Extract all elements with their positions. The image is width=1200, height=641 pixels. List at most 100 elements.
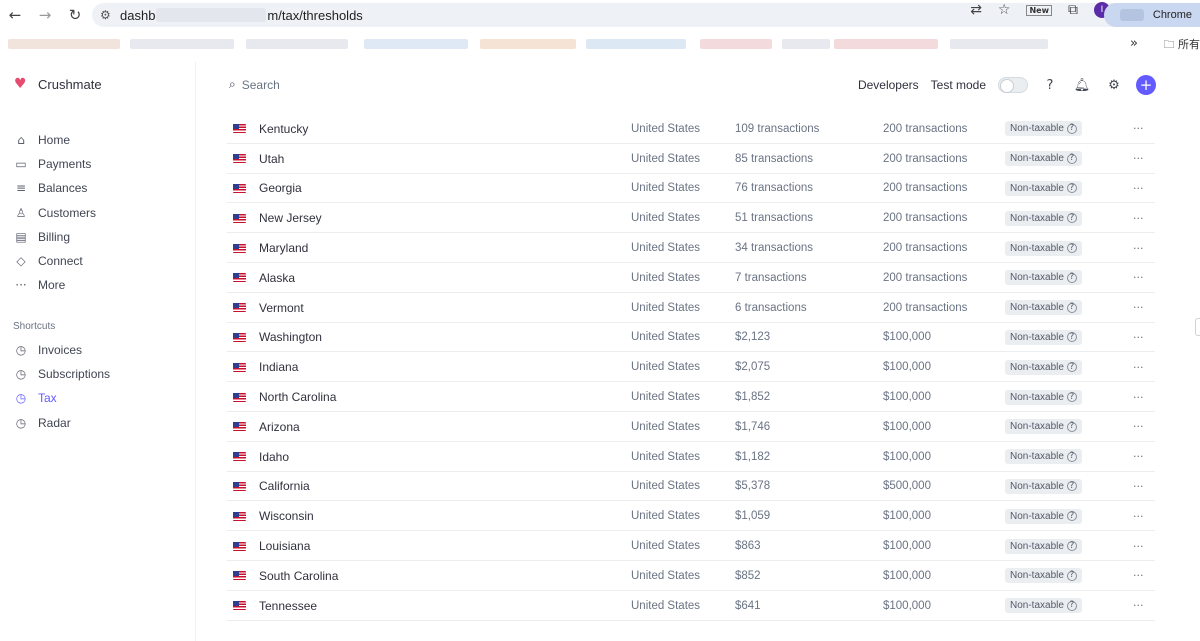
row-actions-icon[interactable]: ···: [1133, 412, 1144, 442]
bookmark-item[interactable]: [950, 39, 1048, 49]
status-badge[interactable]: Non-taxable?: [1005, 538, 1082, 554]
table-row[interactable]: Indiana United States $2,075 $100,000 Non-ta…: [227, 352, 1155, 383]
account-switcher[interactable]: ♥ Crushmate: [14, 76, 102, 92]
bookmark-item[interactable]: [364, 39, 468, 49]
table-row[interactable]: South Carolina United States $852 $100,000 N…: [227, 561, 1155, 591]
help-icon[interactable]: ?: [1040, 78, 1060, 93]
bookmark-item[interactable]: [246, 39, 348, 49]
row-actions-icon[interactable]: ···: [1133, 323, 1144, 353]
sidebar-item-connect[interactable]: ◇ Connect: [14, 249, 96, 273]
notifications-bell-icon[interactable]: 🔔︎: [1072, 78, 1092, 93]
status-badge[interactable]: Non-taxable?: [1005, 598, 1082, 614]
sidebar-item-customers[interactable]: ♙ Customers: [14, 201, 96, 225]
new-badge[interactable]: New: [1026, 4, 1052, 16]
row-actions-icon[interactable]: ···: [1133, 144, 1144, 174]
table-row[interactable]: Alaska United States 7 transactions 200 tra…: [227, 263, 1155, 293]
bookmark-star-icon[interactable]: ☆: [998, 2, 1011, 18]
bookmark-item[interactable]: [834, 39, 938, 49]
reload-icon[interactable]: ↻: [60, 0, 90, 30]
table-row[interactable]: Arizona United States $1,746 $100,000 Non-ta…: [227, 412, 1155, 442]
threshold-amount: 200 transactions: [883, 212, 968, 225]
status-badge[interactable]: Non-taxable?: [1005, 210, 1082, 226]
table-row[interactable]: Washington United States $2,123 $100,000 Non…: [227, 323, 1155, 353]
status-badge[interactable]: Non-taxable?: [1005, 389, 1082, 405]
settings-gear-icon[interactable]: ⚙: [1104, 78, 1124, 93]
extensions-icon[interactable]: ⧉: [1068, 2, 1078, 18]
bookmark-item[interactable]: [700, 39, 772, 49]
chrome-profile-button[interactable]: Chrome: [1104, 3, 1200, 27]
status-badge[interactable]: Non-taxable?: [1005, 329, 1082, 345]
table-row[interactable]: Vermont United States 6 transactions 200 tr…: [227, 293, 1155, 323]
row-actions-icon[interactable]: ···: [1133, 472, 1144, 502]
shortcut-radar[interactable]: ◷ Radar: [14, 411, 110, 435]
bookmark-item[interactable]: [586, 39, 686, 49]
shortcut-invoices[interactable]: ◷ Invoices: [14, 338, 110, 362]
row-actions-icon[interactable]: ···: [1133, 293, 1144, 323]
row-actions-icon[interactable]: ···: [1133, 174, 1144, 204]
sidebar-item-billing[interactable]: ▤ Billing: [14, 225, 96, 249]
side-panel-handle[interactable]: [1195, 318, 1200, 336]
table-row[interactable]: Georgia United States 76 transactions 200 t…: [227, 174, 1155, 204]
row-actions-icon[interactable]: ···: [1133, 531, 1144, 561]
developers-link[interactable]: Developers: [858, 78, 919, 92]
row-actions-icon[interactable]: ···: [1133, 591, 1144, 621]
status-badge[interactable]: Non-taxable?: [1005, 240, 1082, 256]
row-actions-icon[interactable]: ···: [1133, 263, 1144, 293]
sidebar-item-home[interactable]: ⌂ Home: [14, 128, 96, 152]
table-row[interactable]: California United States $5,378 $500,000 Non…: [227, 472, 1155, 502]
status-badge[interactable]: Non-taxable?: [1005, 508, 1082, 524]
sidebar-item-payments[interactable]: ▭ Payments: [14, 152, 96, 176]
row-actions-icon[interactable]: ···: [1133, 382, 1144, 412]
row-actions-icon[interactable]: ···: [1133, 561, 1144, 591]
table-row[interactable]: North Carolina United States $1,852 $100,00…: [227, 382, 1155, 412]
table-row[interactable]: New Jersey United States 51 transactions 20…: [227, 203, 1155, 234]
bookmark-item[interactable]: [782, 39, 830, 49]
row-actions-icon[interactable]: ···: [1133, 203, 1144, 233]
state-name: Tennessee: [259, 598, 318, 613]
table-row[interactable]: Louisiana United States $863 $100,000 Non-ta…: [227, 531, 1155, 561]
test-mode-toggle[interactable]: [998, 77, 1028, 93]
status-badge[interactable]: Non-taxable?: [1005, 419, 1082, 435]
status-label: Non-taxable: [1010, 331, 1064, 343]
bookmark-item[interactable]: [130, 39, 234, 49]
status-cell: Non-taxable?: [1005, 591, 1082, 621]
table-row[interactable]: Idaho United States $1,182 $100,000 Non-taxa…: [227, 442, 1155, 472]
status-label: Non-taxable: [1010, 391, 1064, 403]
country-name: United States: [631, 361, 701, 374]
shortcut-subscriptions[interactable]: ◷ Subscriptions: [14, 362, 110, 386]
sidebar-item-more[interactable]: ··· More: [14, 273, 96, 297]
status-badge[interactable]: Non-taxable?: [1005, 359, 1082, 375]
site-settings-icon[interactable]: ⚙: [100, 8, 120, 22]
translate-icon[interactable]: ⇄: [970, 2, 982, 18]
status-badge[interactable]: Non-taxable?: [1005, 568, 1082, 584]
status-badge[interactable]: Non-taxable?: [1005, 180, 1082, 196]
sidebar-item-balances[interactable]: ≡ Balances: [14, 176, 96, 200]
shortcut-tax[interactable]: ◷ Tax: [14, 386, 110, 410]
status-badge[interactable]: Non-taxable?: [1005, 478, 1082, 494]
row-actions-icon[interactable]: ···: [1133, 501, 1144, 531]
status-badge[interactable]: Non-taxable?: [1005, 300, 1082, 316]
table-row[interactable]: Kentucky United States 109 transactions 200…: [227, 114, 1155, 144]
status-badge[interactable]: Non-taxable?: [1005, 449, 1082, 465]
row-actions-icon[interactable]: ···: [1133, 352, 1144, 382]
table-row[interactable]: Maryland United States 34 transactions 200 …: [227, 233, 1155, 263]
more-bookmarks-icon[interactable]: »: [1130, 36, 1138, 51]
status-badge[interactable]: Non-taxable?: [1005, 151, 1082, 167]
table-row[interactable]: Tennessee United States $641 $100,000 Non-ta…: [227, 591, 1155, 621]
status-badge[interactable]: Non-taxable?: [1005, 270, 1082, 286]
table-row[interactable]: Utah United States 85 transactions 200 tran…: [227, 144, 1155, 174]
search-input[interactable]: ⌕ Search: [229, 77, 280, 92]
forward-icon[interactable]: →: [30, 0, 60, 30]
current-amount: 109 transactions: [735, 122, 820, 135]
row-actions-icon[interactable]: ···: [1133, 114, 1144, 144]
bookmark-item[interactable]: [480, 39, 576, 49]
status-badge[interactable]: Non-taxable?: [1005, 121, 1082, 137]
bookmark-item[interactable]: [8, 39, 120, 49]
status-cell: Non-taxable?: [1005, 144, 1082, 174]
back-icon[interactable]: ←: [0, 0, 30, 30]
table-row[interactable]: Wisconsin United States $1,059 $100,000 Non-…: [227, 501, 1155, 532]
row-actions-icon[interactable]: ···: [1133, 233, 1144, 263]
row-actions-icon[interactable]: ···: [1133, 442, 1144, 472]
create-plus-icon[interactable]: +: [1136, 75, 1156, 95]
all-bookmarks-folder[interactable]: 🗀 所有: [1164, 36, 1200, 55]
